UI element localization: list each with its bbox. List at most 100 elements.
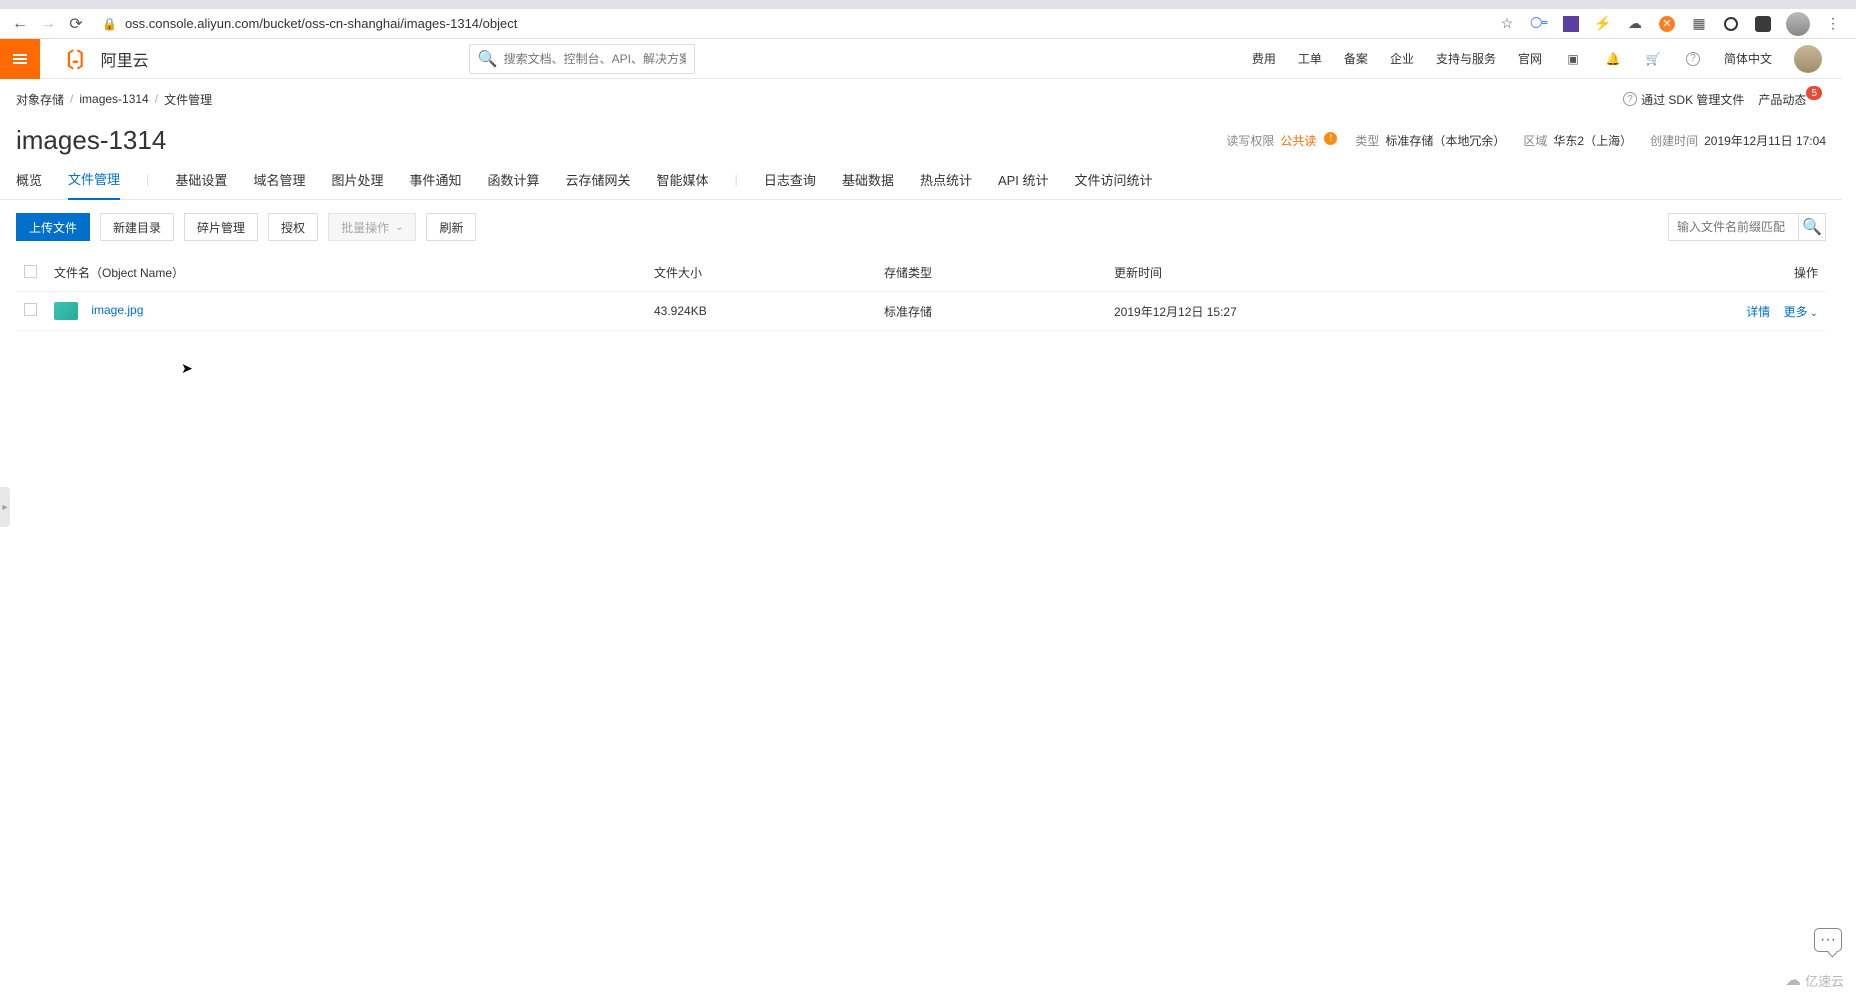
chat-button[interactable]: ··· xyxy=(1814,928,1842,952)
cart-icon[interactable]: 🛒 xyxy=(1644,50,1662,68)
url-text: oss.console.aliyun.com/bucket/oss-cn-sha… xyxy=(125,16,517,31)
watermark: ☁︎亿速云 xyxy=(1785,970,1844,990)
col-action: 操作 xyxy=(1366,254,1826,292)
user-avatar[interactable] xyxy=(1794,45,1822,73)
star-icon[interactable]: ☆ xyxy=(1498,15,1516,33)
global-search-input[interactable] xyxy=(504,52,686,66)
browser-menu-icon[interactable]: ⋮ xyxy=(1824,15,1842,33)
global-search[interactable]: 🔍 xyxy=(469,44,695,74)
browser-reload-button[interactable]: ⟳ xyxy=(62,10,90,38)
extension-icon[interactable]: ⧃ xyxy=(1530,15,1548,33)
col-name: 文件名（Object Name） xyxy=(46,254,646,292)
nav-enterprise[interactable]: 企业 xyxy=(1390,50,1414,67)
extension-icon[interactable] xyxy=(1562,15,1580,33)
browser-address-bar[interactable]: 🔒 oss.console.aliyun.com/bucket/oss-cn-s… xyxy=(102,11,1438,37)
file-search-button[interactable]: 🔍 xyxy=(1798,213,1826,241)
extension-icon[interactable]: ☁︎ xyxy=(1626,15,1644,33)
announce-icon[interactable]: ▣ xyxy=(1564,50,1582,68)
news-badge: 5 xyxy=(1806,86,1822,100)
search-icon: 🔍 xyxy=(478,49,498,69)
side-drawer-toggle[interactable]: ▸ xyxy=(0,487,10,527)
browser-toolbar: ← → ⟳ 🔒 oss.console.aliyun.com/bucket/os… xyxy=(0,9,1856,39)
meta-label: 区域 xyxy=(1523,132,1547,149)
nav-ticket[interactable]: 工单 xyxy=(1298,50,1322,67)
auth-button[interactable]: 授权 xyxy=(268,213,318,241)
console-header: 〔-〕 阿里云 🔍 费用 工单 备案 企业 支持与服务 官网 ▣ 🔔 🛒 ? 简… xyxy=(0,39,1842,79)
help-icon[interactable]: ? xyxy=(1684,50,1702,68)
table-row: image.jpg 43.924KB 标准存储 2019年12月12日 15:2… xyxy=(16,292,1826,331)
tab-domain[interactable]: 域名管理 xyxy=(253,160,305,200)
toolbar: 上传文件 新建目录 碎片管理 授权 批量操作⌄ 刷新 🔍 xyxy=(0,200,1842,254)
page-title: images-1314 xyxy=(16,125,166,156)
file-name-link[interactable]: image.jpg xyxy=(91,303,143,317)
tab-files[interactable]: 文件管理 xyxy=(68,160,120,200)
browser-tab-strip xyxy=(0,0,1856,9)
nav-beian[interactable]: 备案 xyxy=(1344,50,1368,67)
tab-gateway[interactable]: 云存储网关 xyxy=(566,160,631,200)
browser-back-button[interactable]: ← xyxy=(6,10,34,38)
nav-billing[interactable]: 费用 xyxy=(1252,50,1276,67)
meta-value: 标准存储（本地冗余） xyxy=(1385,132,1505,149)
meta-label: 创建时间 xyxy=(1650,132,1698,149)
breadcrumb-item[interactable]: 对象存储 xyxy=(16,91,64,108)
cell-updated: 2019年12月12日 15:27 xyxy=(1106,292,1366,331)
tab-overview[interactable]: 概览 xyxy=(16,160,42,200)
meta-label: 读写权限 xyxy=(1226,132,1274,149)
browser-forward-button[interactable]: → xyxy=(34,10,62,38)
col-storage: 存储类型 xyxy=(876,254,1106,292)
browser-extensions: ☆ ⧃ ⚡ ☁︎ ✕ ▦ ⋮ xyxy=(1498,12,1850,36)
breadcrumb-item: 文件管理 xyxy=(164,91,212,108)
product-news-link[interactable]: 产品动态 5 xyxy=(1758,91,1826,108)
tab-log[interactable]: 日志查询 xyxy=(764,160,816,200)
nav-support[interactable]: 支持与服务 xyxy=(1436,50,1496,67)
tab-image-process[interactable]: 图片处理 xyxy=(331,160,383,200)
sdk-link[interactable]: ?通过 SDK 管理文件 xyxy=(1623,91,1744,108)
tab-function[interactable]: 函数计算 xyxy=(487,160,539,200)
batch-button: 批量操作⌄ xyxy=(328,213,416,241)
fragment-button[interactable]: 碎片管理 xyxy=(184,213,258,241)
col-size: 文件大小 xyxy=(646,254,876,292)
tab-hotspot[interactable]: 热点统计 xyxy=(920,160,972,200)
meta-value: 2019年12月11日 17:04 xyxy=(1704,132,1826,149)
newdir-button[interactable]: 新建目录 xyxy=(100,213,174,241)
extension-icon[interactable]: ✕ xyxy=(1658,15,1676,33)
nav-official[interactable]: 官网 xyxy=(1518,50,1542,67)
tab-api[interactable]: API 统计 xyxy=(998,160,1049,200)
tab-basicdata[interactable]: 基础数据 xyxy=(842,160,894,200)
logo-text: 阿里云 xyxy=(101,47,149,71)
upload-button[interactable]: 上传文件 xyxy=(16,213,90,241)
more-link[interactable]: 更多⌄ xyxy=(1784,305,1818,319)
file-search-input[interactable] xyxy=(1668,213,1798,241)
tab-event[interactable]: 事件通知 xyxy=(409,160,461,200)
extension-icon[interactable]: ▦ xyxy=(1690,15,1708,33)
warning-icon[interactable]: ! xyxy=(1324,132,1337,145)
file-table: 文件名（Object Name） 文件大小 存储类型 更新时间 操作 image… xyxy=(0,254,1842,331)
tab-access[interactable]: 文件访问统计 xyxy=(1075,160,1153,200)
meta-value: 公共读 xyxy=(1280,132,1316,149)
tab-media[interactable]: 智能媒体 xyxy=(657,160,709,200)
nav-language[interactable]: 简体中文 xyxy=(1724,50,1772,67)
tab-basic-settings[interactable]: 基础设置 xyxy=(175,160,227,200)
breadcrumb: 对象存储 / images-1314 / 文件管理 ?通过 SDK 管理文件 产… xyxy=(0,79,1842,119)
meta-label: 类型 xyxy=(1355,132,1379,149)
detail-link[interactable]: 详情 xyxy=(1746,305,1770,319)
bell-icon[interactable]: 🔔 xyxy=(1604,50,1622,68)
lock-icon: 🔒 xyxy=(102,17,117,31)
logo[interactable]: 〔-〕 阿里云 xyxy=(54,44,149,73)
breadcrumb-item[interactable]: images-1314 xyxy=(79,92,148,106)
meta-value: 华东2（上海） xyxy=(1553,132,1632,149)
cell-size: 43.924KB xyxy=(646,292,876,331)
select-all-checkbox[interactable] xyxy=(24,265,37,278)
file-thumbnail-icon xyxy=(54,302,78,320)
hamburger-menu-button[interactable] xyxy=(0,39,40,79)
extension-icon[interactable]: ⚡ xyxy=(1594,15,1612,33)
tabs: 概览 文件管理 | 基础设置 域名管理 图片处理 事件通知 函数计算 云存储网关… xyxy=(0,160,1842,200)
refresh-button[interactable]: 刷新 xyxy=(426,213,476,241)
col-updated: 更新时间 xyxy=(1106,254,1366,292)
row-checkbox[interactable] xyxy=(24,303,37,316)
extension-icon[interactable] xyxy=(1754,15,1772,33)
browser-profile-avatar[interactable] xyxy=(1786,12,1810,36)
extension-icon[interactable] xyxy=(1722,15,1740,33)
cell-storage: 标准存储 xyxy=(876,292,1106,331)
title-row: images-1314 读写权限 公共读 ! 类型 标准存储（本地冗余） 区域 … xyxy=(0,119,1842,160)
